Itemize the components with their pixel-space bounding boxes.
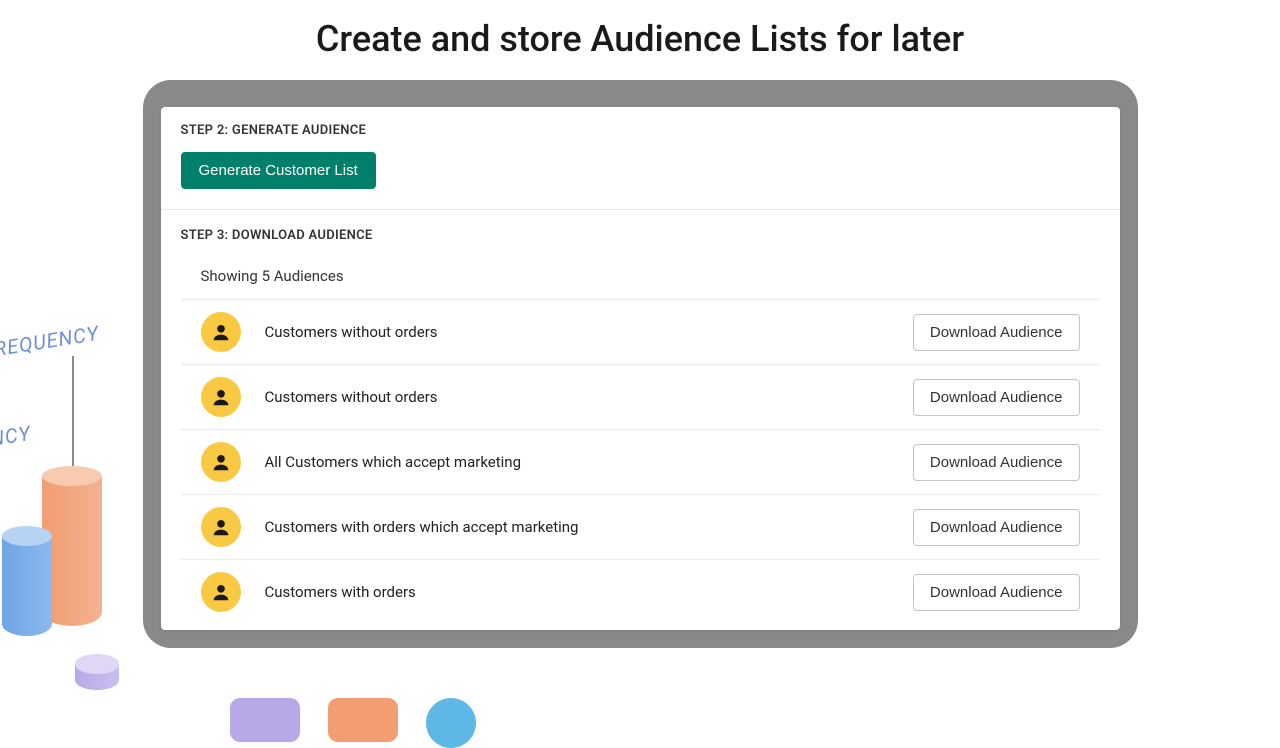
bg-cylinder-blue (2, 526, 52, 646)
bg-cylinder-purple (75, 654, 119, 700)
audience-name: Customers without orders (265, 323, 438, 341)
bg-frequency-label: FREQUENCY (0, 321, 101, 363)
audience-list: Customers without orders Download Audienc… (181, 299, 1100, 624)
bg-bottom-blobs (230, 698, 476, 748)
list-item: Customers without orders Download Audienc… (181, 299, 1100, 364)
person-icon (201, 312, 241, 352)
bg-frequency-label-partial: NCY (0, 421, 33, 451)
person-icon (201, 507, 241, 547)
audience-name: Customers with orders (265, 583, 416, 601)
step-3-section: STEP 3: DOWNLOAD AUDIENCE Showing 5 Audi… (161, 210, 1120, 630)
download-audience-button[interactable]: Download Audience (913, 379, 1080, 416)
person-icon (201, 442, 241, 482)
person-icon (201, 572, 241, 612)
audience-name: Customers without orders (265, 388, 438, 406)
download-audience-button[interactable]: Download Audience (913, 314, 1080, 351)
download-audience-button[interactable]: Download Audience (913, 574, 1080, 611)
download-audience-button[interactable]: Download Audience (913, 444, 1080, 481)
step-2-label: STEP 2: GENERATE AUDIENCE (181, 123, 1100, 138)
showing-count: Showing 5 Audiences (181, 257, 1100, 299)
generate-customer-list-button[interactable]: Generate Customer List (181, 152, 376, 189)
bg-stick (72, 356, 74, 476)
audience-name: All Customers which accept marketing (265, 453, 522, 471)
step-3-label: STEP 3: DOWNLOAD AUDIENCE (181, 228, 1100, 243)
page-title: Create and store Audience Lists for late… (0, 18, 1280, 60)
audience-name: Customers with orders which accept marke… (265, 518, 579, 536)
list-item: Customers with orders Download Audience (181, 559, 1100, 624)
list-item: All Customers which accept marketing Down… (181, 429, 1100, 494)
person-icon (201, 377, 241, 417)
step-2-section: STEP 2: GENERATE AUDIENCE Generate Custo… (161, 107, 1120, 210)
list-item: Customers without orders Download Audienc… (181, 364, 1100, 429)
list-item: Customers with orders which accept marke… (181, 494, 1100, 559)
audience-card: STEP 2: GENERATE AUDIENCE Generate Custo… (161, 107, 1120, 630)
app-window-frame: STEP 2: GENERATE AUDIENCE Generate Custo… (143, 80, 1138, 648)
download-audience-button[interactable]: Download Audience (913, 509, 1080, 546)
